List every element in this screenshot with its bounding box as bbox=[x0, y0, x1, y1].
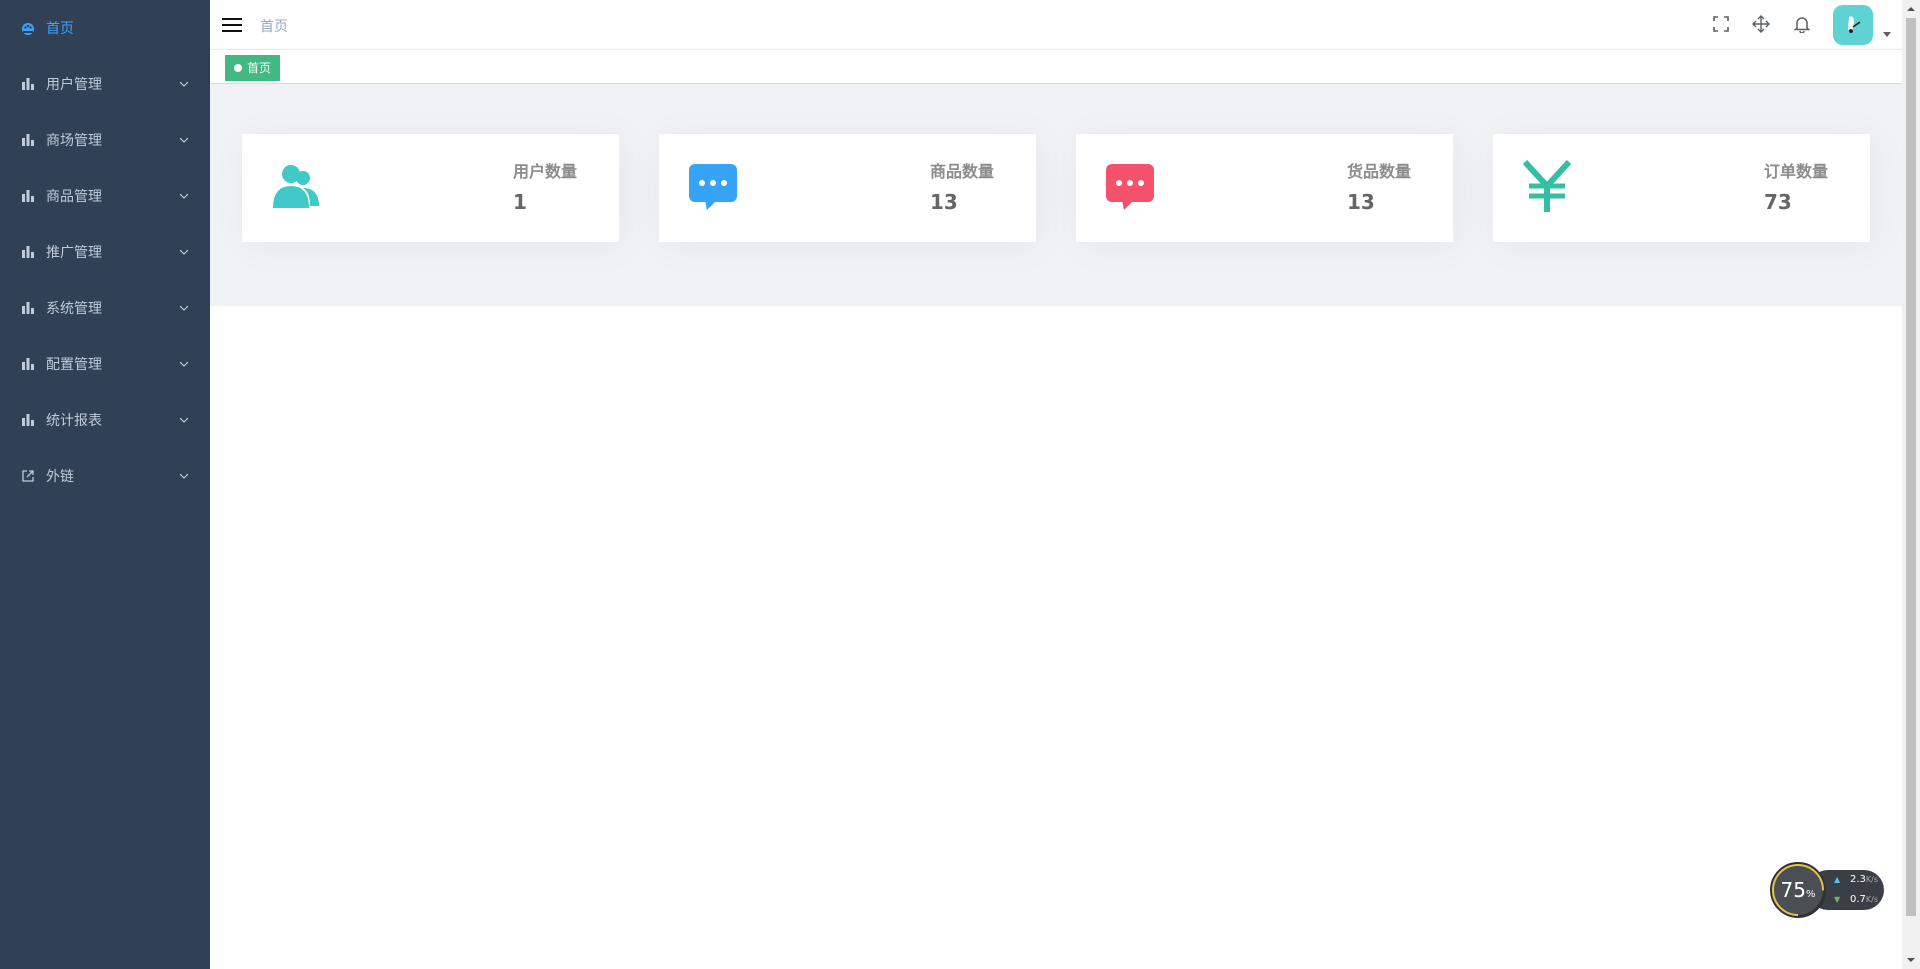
sidebar-item-label: 统计报表 bbox=[46, 413, 102, 429]
sidebar-item-user-management[interactable]: 用户管理 bbox=[0, 56, 210, 112]
chart-icon bbox=[20, 132, 36, 148]
stat-label: 商品数量 bbox=[930, 162, 995, 181]
chevron-down-icon bbox=[179, 305, 189, 311]
caret-down-icon[interactable] bbox=[1883, 30, 1891, 38]
breadcrumb: 首页 bbox=[260, 19, 288, 35]
stat-label: 用户数量 bbox=[513, 162, 578, 181]
sidebar-item-label: 首页 bbox=[46, 21, 74, 37]
move-icon[interactable] bbox=[1750, 13, 1772, 35]
tag-label: 首页 bbox=[247, 61, 272, 75]
stat-value: 73 bbox=[1764, 190, 1792, 214]
sidebar-item-label: 推广管理 bbox=[46, 245, 102, 261]
external-link-icon bbox=[20, 468, 36, 484]
sidebar-item-external-links[interactable]: 外链 bbox=[0, 448, 210, 504]
chevron-down-icon bbox=[179, 137, 189, 143]
sidebar-item-label: 配置管理 bbox=[46, 357, 102, 373]
sidebar-item-label: 外链 bbox=[46, 469, 74, 485]
sidebar-item-label: 商品管理 bbox=[46, 189, 102, 205]
chart-icon bbox=[20, 76, 36, 92]
sidebar-item-goods-management[interactable]: 商品管理 bbox=[0, 168, 210, 224]
stat-card-orders[interactable]: 订单数量 73 bbox=[1493, 134, 1870, 242]
sidebar-item-promotion-management[interactable]: 推广管理 bbox=[0, 224, 210, 280]
sidebar-item-stat-reports[interactable]: 统计报表 bbox=[0, 392, 210, 448]
chart-icon bbox=[20, 300, 36, 316]
chevron-down-icon bbox=[179, 417, 189, 423]
stat-card-goods[interactable]: 商品数量 13 bbox=[659, 134, 1036, 242]
sidebar-item-label: 用户管理 bbox=[46, 77, 102, 93]
bell-icon[interactable] bbox=[1791, 13, 1813, 35]
scroll-down-icon[interactable] bbox=[1906, 955, 1916, 965]
avatar[interactable] bbox=[1833, 5, 1873, 45]
tags-view: 首页 bbox=[210, 50, 1902, 84]
scroll-thumb[interactable] bbox=[1906, 18, 1916, 916]
hamburger-menu-icon[interactable] bbox=[220, 13, 244, 37]
stat-value: 13 bbox=[930, 190, 958, 214]
sidebar-item-config-management[interactable]: 配置管理 bbox=[0, 336, 210, 392]
stat-label: 订单数量 bbox=[1764, 162, 1829, 181]
sidebar: 首页 用户管理 商场管理 商品管理 推广管理 系统管理 配置管理 统计报表 外链 bbox=[0, 0, 210, 969]
network-speed-widget[interactable]: 75% ▲ ▼ 2.3K/s 0.7K/s bbox=[1770, 862, 1890, 918]
sidebar-item-label: 商场管理 bbox=[46, 133, 102, 149]
stat-label: 货品数量 bbox=[1347, 162, 1412, 181]
message-icon bbox=[687, 160, 739, 212]
yen-icon bbox=[1521, 160, 1573, 212]
page-scrollbar[interactable] bbox=[1902, 0, 1920, 969]
chart-icon bbox=[20, 244, 36, 260]
chevron-down-icon bbox=[179, 81, 189, 87]
scroll-up-icon[interactable] bbox=[1906, 4, 1916, 14]
users-icon bbox=[270, 160, 322, 212]
navbar: 首页 bbox=[210, 0, 1902, 50]
sidebar-item-mall-management[interactable]: 商场管理 bbox=[0, 112, 210, 168]
dashboard-panel: 用户数量 1 商品数量 13 货品数量 13 订单数量 73 bbox=[210, 84, 1902, 306]
message-icon bbox=[1104, 160, 1156, 212]
usage-percent: 75% bbox=[1780, 878, 1816, 902]
dashboard-icon bbox=[20, 20, 36, 36]
download-arrow-icon: ▼ bbox=[1834, 895, 1841, 904]
chart-icon bbox=[20, 356, 36, 372]
chart-icon bbox=[20, 188, 36, 204]
main-container: 首页 首页 用户数量 1 商品数量 13 货品数量 13 订单数量 73 bbox=[210, 0, 1902, 969]
sidebar-item-label: 系统管理 bbox=[46, 301, 102, 317]
chevron-down-icon bbox=[179, 249, 189, 255]
chevron-down-icon bbox=[179, 361, 189, 367]
upload-speed: 2.3K/s bbox=[1850, 874, 1879, 885]
stat-card-users[interactable]: 用户数量 1 bbox=[242, 134, 619, 242]
stat-value: 13 bbox=[1347, 190, 1375, 214]
chart-icon bbox=[20, 412, 36, 428]
stat-card-products[interactable]: 货品数量 13 bbox=[1076, 134, 1453, 242]
download-speed: 0.7K/s bbox=[1850, 894, 1879, 905]
stat-value: 1 bbox=[513, 190, 527, 214]
upload-arrow-icon: ▲ bbox=[1834, 875, 1841, 884]
sidebar-item-system-management[interactable]: 系统管理 bbox=[0, 280, 210, 336]
chevron-down-icon bbox=[179, 473, 189, 479]
tag-dot bbox=[234, 64, 242, 72]
chevron-down-icon bbox=[179, 193, 189, 199]
sidebar-item-home[interactable]: 首页 bbox=[0, 0, 210, 56]
fullscreen-icon[interactable] bbox=[1710, 13, 1732, 35]
tag-home[interactable]: 首页 bbox=[225, 55, 281, 81]
